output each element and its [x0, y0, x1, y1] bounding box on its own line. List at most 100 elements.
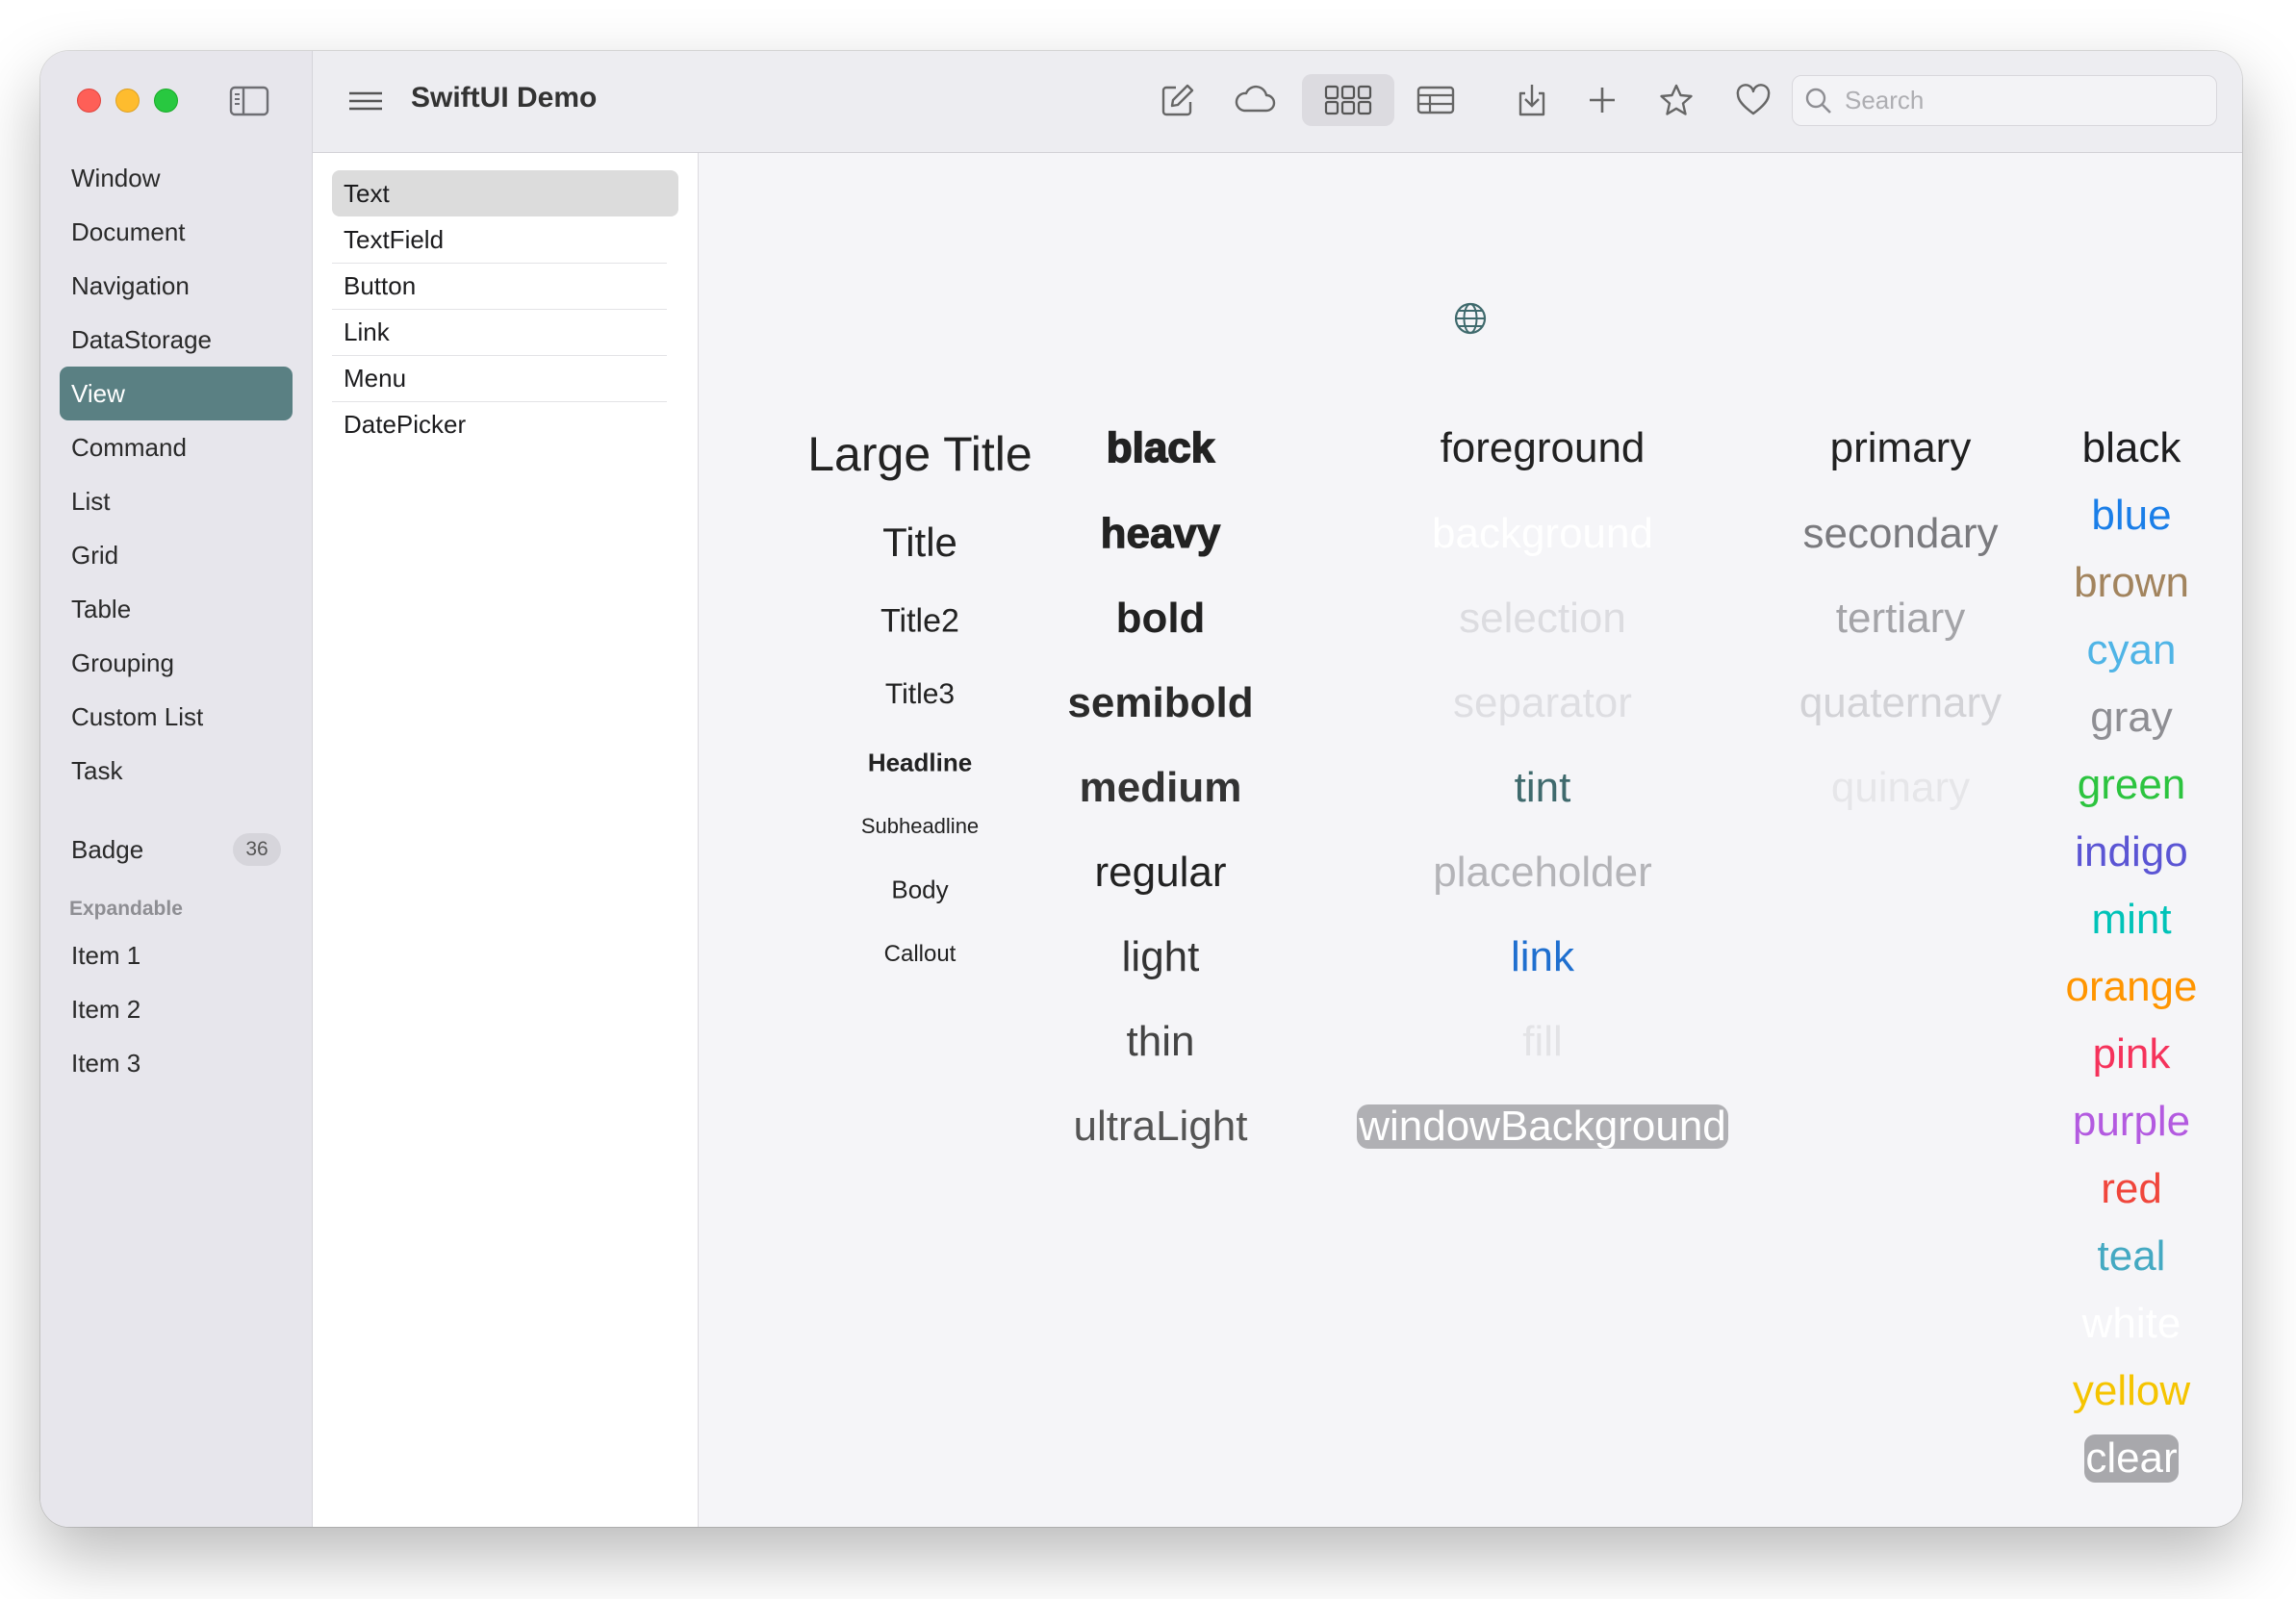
- sidebar-item-label: Item 1: [71, 940, 141, 970]
- cloud-icon: [1235, 85, 1276, 113]
- download-icon: [1518, 85, 1545, 116]
- sidebar-item-label: Window: [71, 163, 161, 192]
- list-item-button[interactable]: Button: [332, 264, 667, 310]
- color-green-text: green: [2077, 761, 2186, 808]
- menu-button[interactable]: [347, 86, 384, 116]
- sidebar-item-task[interactable]: Task: [60, 744, 293, 798]
- sidebar-item-item-1[interactable]: Item 1: [60, 928, 293, 982]
- sidebar: Window Document Navigation DataStorage V…: [40, 51, 313, 1527]
- hamburger-menu-icon: [349, 91, 382, 111]
- sidebar-item-document[interactable]: Document: [60, 205, 293, 259]
- content-list: Text TextField Button Link Menu DatePick…: [313, 153, 699, 1527]
- weight-black-text: black: [1106, 423, 1215, 472]
- sidebar-item-label: DataStorage: [71, 324, 212, 354]
- sidebar-item-label: Custom List: [71, 701, 204, 731]
- sidebar-item-custom-list[interactable]: Custom List: [60, 690, 293, 744]
- search-field[interactable]: [1792, 75, 2217, 126]
- color-yellow-text: yellow: [2072, 1367, 2191, 1414]
- download-button[interactable]: [1506, 74, 1558, 126]
- compose-button[interactable]: [1152, 74, 1204, 126]
- style-link-text[interactable]: link: [1341, 933, 1744, 981]
- sidebar-item-item-3[interactable]: Item 3: [60, 1036, 293, 1090]
- title-text: Title: [882, 520, 957, 565]
- large-title-text: Large Title: [807, 427, 1033, 481]
- sidebar-item-datastorage[interactable]: DataStorage: [60, 313, 293, 367]
- add-button[interactable]: [1577, 74, 1627, 126]
- sidebar-item-table[interactable]: Table: [60, 582, 293, 636]
- section-header-expandable[interactable]: Expandable: [60, 876, 293, 928]
- sidebar-item-item-2[interactable]: Item 2: [60, 982, 293, 1036]
- title2-text: Title2: [880, 602, 959, 640]
- close-window-button[interactable]: [77, 89, 101, 113]
- callout-text: Callout: [883, 941, 957, 967]
- list-item-textfield[interactable]: TextField: [332, 217, 667, 264]
- list-item-menu[interactable]: Menu: [332, 356, 667, 402]
- color-red-text: red: [2101, 1165, 2162, 1212]
- weight-bold-text: bold: [1115, 595, 1206, 642]
- color-black-text: black: [2081, 424, 2181, 471]
- color-white-text: white: [2081, 1300, 2181, 1347]
- list-item-label: Button: [344, 271, 417, 300]
- sidebar-toggle-button[interactable]: [229, 84, 269, 118]
- sidebar-item-label: Command: [71, 432, 187, 462]
- detail-pane: Large Title Title Title2 Title3 Headline…: [699, 153, 2242, 1527]
- weight-thin-text: thin: [1126, 1018, 1195, 1065]
- sidebar-item-label: Item 2: [71, 994, 141, 1024]
- style-foreground-text: foreground: [1440, 424, 1645, 471]
- style-window-background-row: windowBackground: [1341, 1103, 1744, 1151]
- weight-heavy-text: heavy: [1100, 509, 1221, 557]
- list-item-text[interactable]: Text: [332, 170, 678, 216]
- style-selection-text: selection: [1459, 595, 1626, 642]
- search-icon: [1805, 88, 1831, 114]
- color-cyan-text: cyan: [2086, 626, 2177, 673]
- color-pink-text: pink: [2092, 1030, 2171, 1078]
- table-view-icon: [1416, 86, 1455, 114]
- sidebar-item-label: Grid: [71, 540, 119, 570]
- list-item-label: Menu: [344, 364, 407, 393]
- list-item-datepicker[interactable]: DatePicker: [332, 402, 667, 447]
- sidebar-item-label: Navigation: [71, 270, 190, 300]
- list-item-label: Text: [344, 178, 390, 208]
- table-view-button[interactable]: [1406, 74, 1466, 126]
- grid-view-icon: [1324, 85, 1372, 115]
- sidebar-item-navigation[interactable]: Navigation: [60, 259, 293, 313]
- style-placeholder-text: placeholder: [1433, 849, 1652, 896]
- minimize-window-button[interactable]: [115, 89, 140, 113]
- sidebar-item-command[interactable]: Command: [60, 420, 293, 474]
- favorite-button[interactable]: [1650, 74, 1702, 126]
- sidebar-item-view[interactable]: View: [60, 367, 293, 420]
- star-icon: [1660, 84, 1693, 115]
- window-title: SwiftUI Demo: [411, 82, 598, 114]
- zoom-window-button[interactable]: [154, 89, 178, 113]
- search-input[interactable]: [1843, 85, 2193, 116]
- sidebar-item-grid[interactable]: Grid: [60, 528, 293, 582]
- compose-icon: [1161, 84, 1194, 116]
- sidebar-item-label: Grouping: [71, 647, 174, 677]
- app-window: Window Document Navigation DataStorage V…: [40, 51, 2242, 1527]
- color-blue-text: blue: [2091, 492, 2172, 539]
- list-item-label: DatePicker: [344, 410, 467, 439]
- color-mint-text: mint: [2091, 896, 2172, 943]
- toolbar: SwiftUI Demo: [313, 51, 2242, 153]
- sidebar-item-badge[interactable]: Badge 36: [60, 823, 293, 876]
- style-separator-text: separator: [1453, 679, 1632, 726]
- list-item-link[interactable]: Link: [332, 310, 667, 356]
- grid-view-button[interactable]: [1302, 74, 1394, 126]
- sidebar-item-grouping[interactable]: Grouping: [60, 636, 293, 690]
- body-text: Body: [891, 875, 949, 904]
- title3-text: Title3: [884, 678, 956, 710]
- color-purple-text: purple: [2072, 1098, 2191, 1145]
- cloud-button[interactable]: [1227, 74, 1283, 126]
- list-item-label: TextField: [344, 225, 445, 254]
- color-clear-text: clear: [2084, 1434, 2179, 1483]
- weight-ultralight-text: ultraLight: [1073, 1103, 1248, 1150]
- sidebar-icon: [229, 86, 269, 116]
- plus-icon: [1590, 88, 1615, 113]
- weight-semibold-text: semibold: [1067, 679, 1254, 726]
- sidebar-item-label: Item 3: [71, 1048, 141, 1078]
- badge-count: 36: [233, 833, 281, 866]
- sidebar-item-list[interactable]: List: [60, 474, 293, 528]
- like-button[interactable]: [1727, 74, 1779, 126]
- sidebar-item-window[interactable]: Window: [60, 151, 293, 205]
